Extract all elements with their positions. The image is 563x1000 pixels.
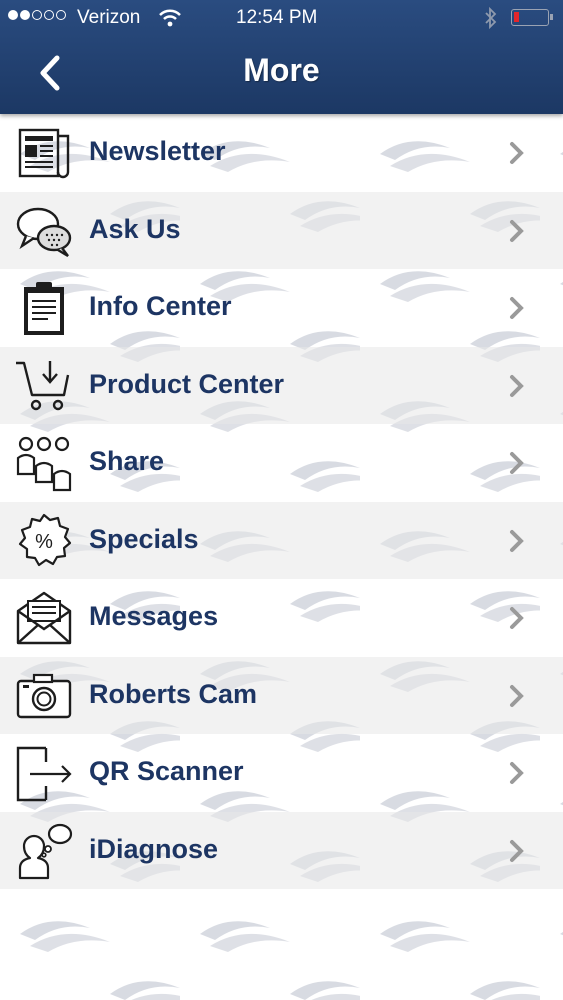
menu-item-ask-us[interactable]: Ask Us [0,191,563,269]
wifi-icon [159,9,181,27]
bluetooth-icon [485,6,497,30]
chevron-right-icon [510,684,524,707]
thinking-person-icon [18,823,73,879]
exit-door-icon [16,746,72,802]
chevron-right-icon [510,839,524,862]
menu-item-label: Specials [89,523,199,554]
newspaper-icon [18,128,70,179]
chevron-right-icon [510,452,524,474]
menu-item-label: Share [89,446,165,476]
menu-item-newsletter[interactable]: Newsletter [0,114,563,192]
people-group-icon [16,436,72,492]
menu-item-label: Messages [89,601,219,631]
menu-item-label: QR Scanner [89,756,244,786]
menu-item-label: Ask Us [89,213,181,244]
clipboard-icon [24,282,64,335]
chevron-right-icon [510,142,524,164]
menu-item-qr-scanner[interactable]: QR Scanner [0,734,563,812]
more-menu-list: Newsletter Ask Us Info Center Product Ce… [0,114,563,889]
menu-item-idiagnose[interactable]: iDiagnose [0,811,563,889]
chevron-right-icon [510,529,524,552]
signal-strength-icon [8,10,66,20]
chevron-right-icon [510,607,524,629]
menu-item-label: Roberts Cam [89,678,258,709]
shopping-cart-icon [16,360,70,410]
menu-item-messages[interactable]: Messages [0,579,563,657]
chevron-right-icon [510,297,524,319]
svg-text:%: % [35,531,53,553]
page-title: More [243,52,320,88]
envelope-icon [16,591,72,645]
chevron-right-icon [510,219,524,242]
menu-item-label: Product Center [89,368,285,399]
chevron-right-icon [510,762,524,784]
status-bar: Verizon 12:54 PM [0,0,563,36]
chat-bubbles-icon [16,207,72,257]
chevron-right-icon [510,374,524,397]
menu-item-label: iDiagnose [89,833,219,864]
carrier-name: Verizon [77,7,141,28]
menu-item-specials[interactable]: % Specials [0,501,563,579]
menu-item-label: Info Center [89,291,232,321]
clock-time: 12:54 PM [236,7,318,28]
menu-item-roberts-cam[interactable]: Roberts Cam [0,656,563,734]
menu-item-info-center[interactable]: Info Center [0,269,563,347]
percent-badge-icon: % [18,513,72,566]
menu-item-share[interactable]: Share [0,424,563,502]
nav-header: Verizon 12:54 PM More [0,0,563,114]
menu-item-label: Newsletter [89,136,226,166]
camera-icon [16,673,72,718]
battery-icon [511,9,553,26]
menu-item-product-center[interactable]: Product Center [0,346,563,424]
